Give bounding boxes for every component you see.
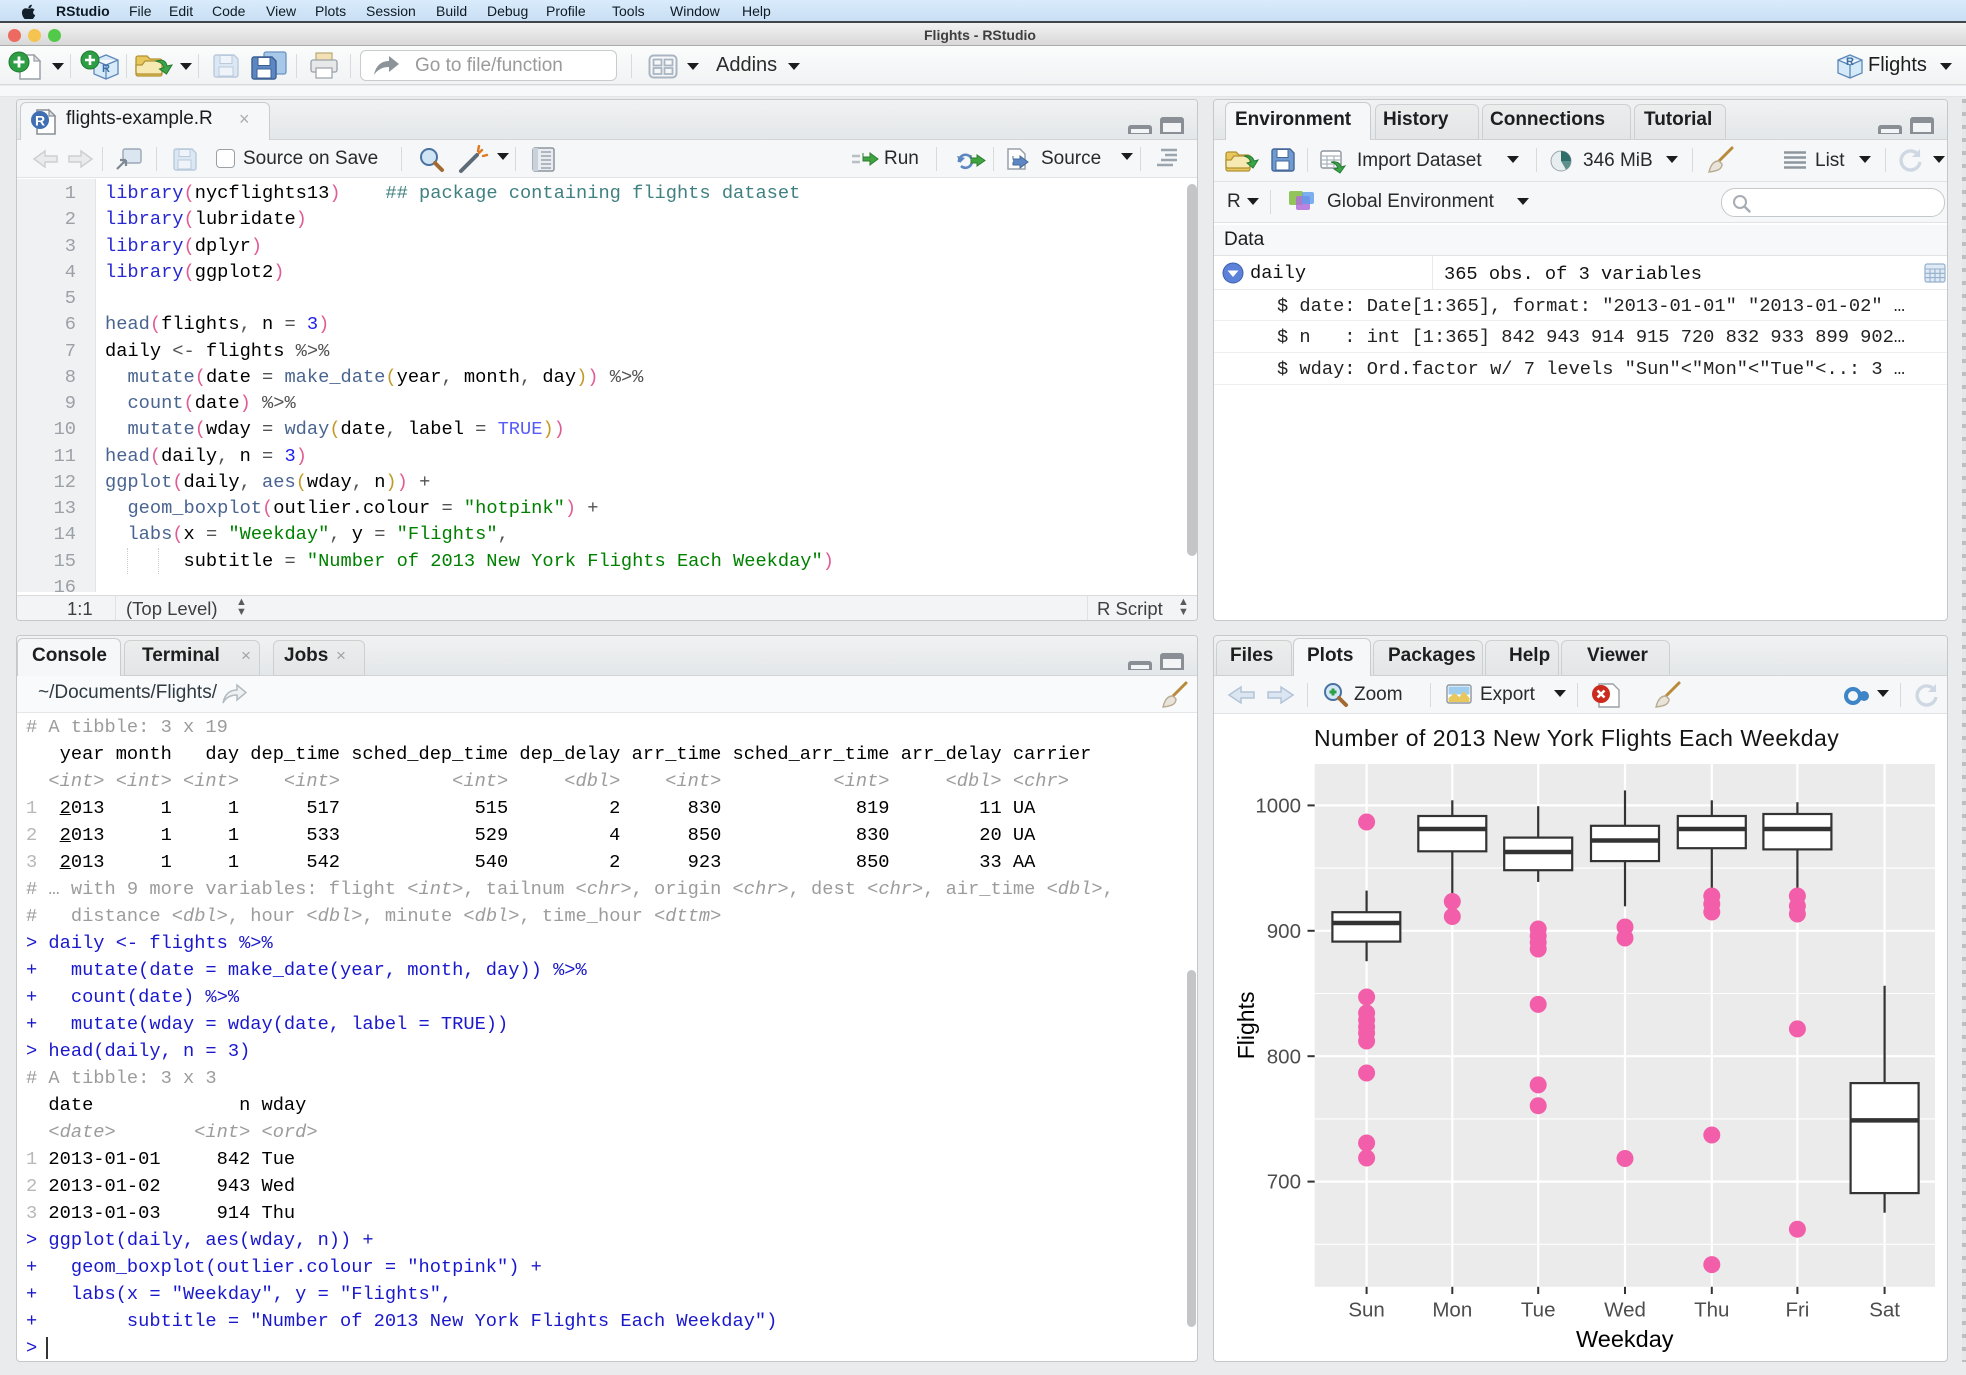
- svg-text:Mon: Mon: [1432, 1299, 1472, 1322]
- svg-text:Fri: Fri: [1785, 1299, 1809, 1322]
- svg-text:900: 900: [1267, 920, 1301, 943]
- svg-text:R: R: [102, 63, 110, 75]
- svg-text:Wed: Wed: [1604, 1299, 1646, 1322]
- svg-text:Flights: Flights: [1233, 992, 1259, 1060]
- svg-text:Number of 2013 New York Flight: Number of 2013 New York Flights Each Wee…: [1314, 725, 1839, 751]
- svg-text:R: R: [1846, 56, 1854, 68]
- svg-text:Thu: Thu: [1694, 1299, 1729, 1322]
- svg-text:Sun: Sun: [1348, 1299, 1384, 1322]
- svg-text:1000: 1000: [1255, 795, 1301, 818]
- svg-text:700: 700: [1267, 1171, 1301, 1194]
- svg-text:R: R: [35, 113, 45, 129]
- svg-text:800: 800: [1267, 1045, 1301, 1068]
- svg-text:Weekday: Weekday: [1576, 1326, 1674, 1352]
- svg-text:Sat: Sat: [1869, 1299, 1900, 1322]
- svg-text:Tue: Tue: [1521, 1299, 1556, 1322]
